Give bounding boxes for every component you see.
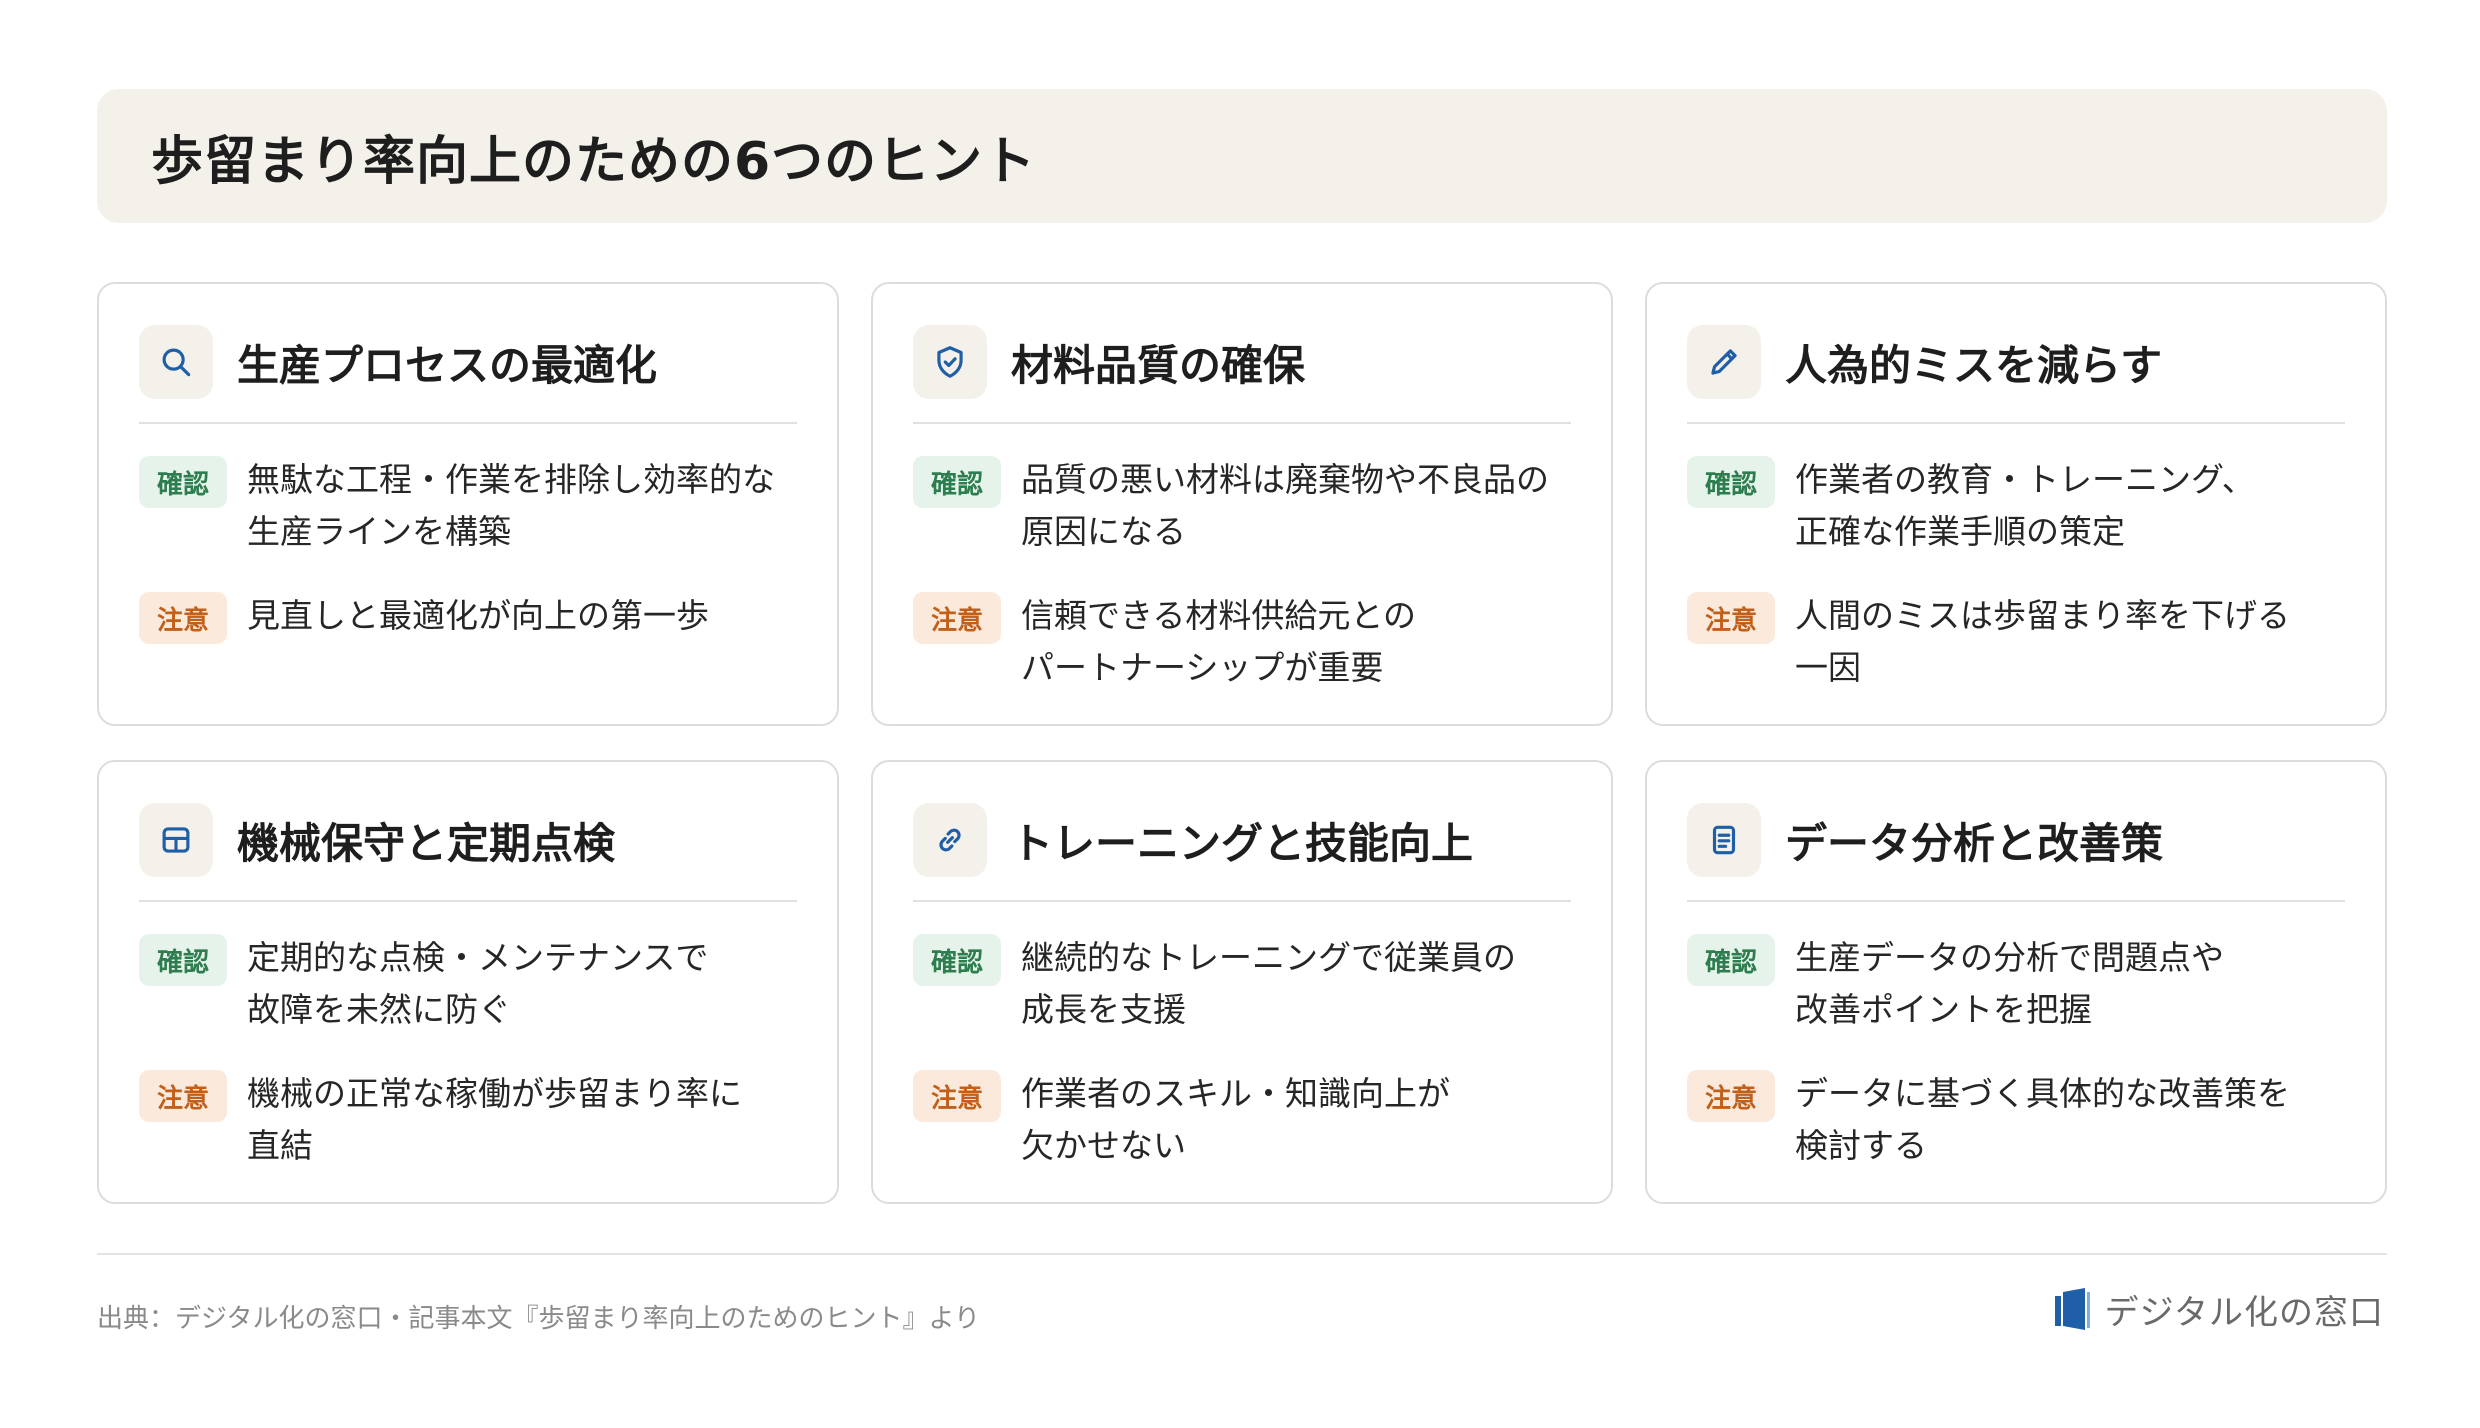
confirm-text: 定期的な点検・メンテナンスで 故障を未然に防ぐ (247, 938, 709, 1029)
confirm-row: 確認 定期的な点検・メンテナンスで 故障を未然に防ぐ (139, 932, 797, 1036)
title-banner: 歩留まり率向上のための6つのヒント (97, 89, 2387, 223)
note-row: 注意 作業者のスキル・知識向上が 欠かせない (913, 1068, 1571, 1172)
footer-divider (97, 1253, 2387, 1255)
tip-card-training: トレーニングと技能向上 確認 継続的なトレーニングで従業員の 成長を支援 注意 … (871, 760, 1613, 1204)
tip-card-process: 生産プロセスの最適化 確認 無駄な工程・作業を排除し効率的な 生産ラインを構築 … (97, 282, 839, 726)
note-row: 注意 見直しと最適化が向上の第一歩 (139, 590, 797, 644)
confirm-text: 継続的なトレーニングで従業員の 成長を支援 (1021, 938, 1516, 1029)
confirm-row: 確認 作業者の教育・トレーニング、 正確な作業手順の策定 (1687, 454, 2345, 558)
tip-card-maintenance: 機械保守と定期点検 確認 定期的な点検・メンテナンスで 故障を未然に防ぐ 注意 … (97, 760, 839, 1204)
page-title: 歩留まり率向上のための6つのヒント (151, 131, 1037, 192)
divider (139, 900, 797, 902)
brand-logo-icon (2054, 1287, 2090, 1330)
grid-icon (139, 803, 213, 877)
tip-card-material: 材料品質の確保 確認 品質の悪い材料は廃棄物や不良品の 原因になる 注意 信頼で… (871, 282, 1613, 726)
confirm-badge: 確認 (1687, 456, 1775, 508)
note-text: 見直しと最適化が向上の第一歩 (247, 596, 709, 635)
divider (1687, 422, 2345, 424)
confirm-badge: 確認 (1687, 934, 1775, 986)
confirm-text: 無駄な工程・作業を排除し効率的な 生産ラインを構築 (247, 460, 775, 551)
note-badge: 注意 (139, 592, 227, 644)
note-badge: 注意 (1687, 1070, 1775, 1122)
confirm-text: 生産データの分析で問題点や 改善ポイントを把握 (1795, 938, 2224, 1029)
card-header: 機械保守と定期点検 (139, 802, 797, 878)
divider (913, 900, 1571, 902)
note-row: 注意 機械の正常な稼働が歩留まり率に 直結 (139, 1068, 797, 1172)
card-header: 材料品質の確保 (913, 324, 1571, 400)
note-badge: 注意 (913, 1070, 1001, 1122)
search-icon (139, 325, 213, 399)
confirm-badge: 確認 (139, 934, 227, 986)
note-row: 注意 データに基づく具体的な改善策を 検討する (1687, 1068, 2345, 1172)
note-text: 作業者のスキル・知識向上が 欠かせない (1021, 1074, 1450, 1165)
tips-grid: 生産プロセスの最適化 確認 無駄な工程・作業を排除し効率的な 生産ラインを構築 … (97, 282, 2387, 1204)
card-header: 人為的ミスを減らす (1687, 324, 2345, 400)
confirm-badge: 確認 (913, 456, 1001, 508)
tip-card-data: データ分析と改善策 確認 生産データの分析で問題点や 改善ポイントを把握 注意 … (1645, 760, 2387, 1204)
confirm-badge: 確認 (139, 456, 227, 508)
link-icon (913, 803, 987, 877)
card-title: 材料品質の確保 (1011, 340, 1306, 390)
shield-check-icon (913, 325, 987, 399)
card-header: データ分析と改善策 (1687, 802, 2345, 878)
note-badge: 注意 (1687, 592, 1775, 644)
note-text: 人間のミスは歩留まり率を下げる 一因 (1795, 596, 2290, 687)
note-badge: 注意 (139, 1070, 227, 1122)
pencil-icon (1687, 325, 1761, 399)
note-row: 注意 信頼できる材料供給元との パートナーシップが重要 (913, 590, 1571, 694)
divider (913, 422, 1571, 424)
divider (139, 422, 797, 424)
brand: デジタル化の窓口 (2051, 1285, 2384, 1334)
tip-card-human-error: 人為的ミスを減らす 確認 作業者の教育・トレーニング、 正確な作業手順の策定 注… (1645, 282, 2387, 726)
confirm-row: 確認 生産データの分析で問題点や 改善ポイントを把握 (1687, 932, 2345, 1036)
card-title: 人為的ミスを減らす (1785, 340, 2163, 390)
card-title: データ分析と改善策 (1785, 818, 2164, 868)
confirm-row: 確認 無駄な工程・作業を排除し効率的な 生産ラインを構築 (139, 454, 797, 558)
card-header: 生産プロセスの最適化 (139, 324, 797, 400)
confirm-row: 確認 継続的なトレーニングで従業員の 成長を支援 (913, 932, 1571, 1036)
card-header: トレーニングと技能向上 (913, 802, 1571, 878)
brand-name: デジタル化の窓口 (2104, 1293, 2384, 1333)
divider (1687, 900, 2345, 902)
source-citation: 出典：デジタル化の窓口・記事本文『歩留まり率向上のためのヒント』より (97, 1304, 980, 1334)
confirm-text: 品質の悪い材料は廃棄物や不良品の 原因になる (1021, 460, 1549, 551)
note-text: 機械の正常な稼働が歩留まり率に 直結 (247, 1074, 742, 1165)
note-row: 注意 人間のミスは歩留まり率を下げる 一因 (1687, 590, 2345, 694)
card-title: 生産プロセスの最適化 (237, 340, 658, 390)
confirm-badge: 確認 (913, 934, 1001, 986)
document-icon (1687, 803, 1761, 877)
card-title: トレーニングと技能向上 (1011, 818, 1474, 868)
note-text: データに基づく具体的な改善策を 検討する (1795, 1074, 2290, 1165)
card-title: 機械保守と定期点検 (237, 818, 616, 868)
confirm-text: 作業者の教育・トレーニング、 正確な作業手順の策定 (1795, 460, 2255, 551)
confirm-row: 確認 品質の悪い材料は廃棄物や不良品の 原因になる (913, 454, 1571, 558)
note-text: 信頼できる材料供給元との パートナーシップが重要 (1021, 596, 1417, 687)
note-badge: 注意 (913, 592, 1001, 644)
